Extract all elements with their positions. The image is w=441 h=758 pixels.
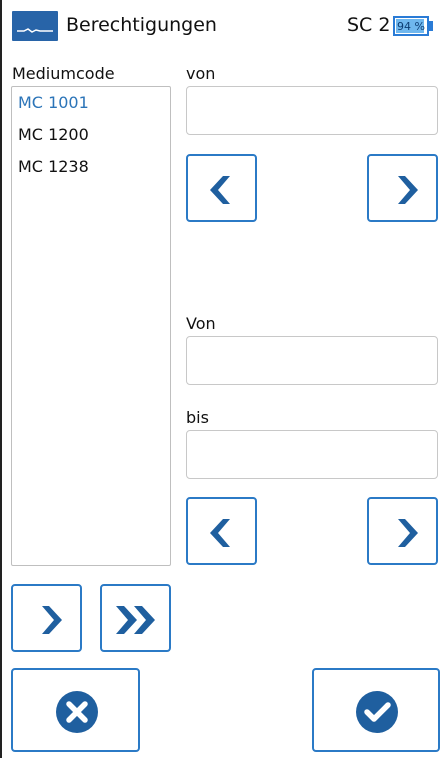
page-title: Berechtigungen [66,14,217,36]
von2-field[interactable] [186,336,438,385]
von-field[interactable] [186,86,438,135]
von2-label: Von [186,314,216,333]
header-bar: Berechtigungen SC 2 94 % [0,0,441,48]
chevron-left-icon [210,519,230,547]
list-item[interactable]: MC 1238 [18,157,89,176]
battery-text: 94 % [397,20,425,33]
list-label: Mediumcode [12,64,115,83]
station-label: SC 2 [347,14,391,36]
add-selected-button[interactable] [11,584,82,652]
confirm-button[interactable] [312,668,440,752]
chevron-right-icon [398,176,418,204]
von-prev-button[interactable] [186,154,257,222]
von-next-button[interactable] [367,154,438,222]
battery-icon: 94 % [393,16,429,36]
bis-next-button[interactable] [367,497,438,565]
bis-field[interactable] [186,430,438,479]
bis-label: bis [186,408,209,427]
battery-tip [429,21,433,31]
cancel-button[interactable] [11,668,140,752]
mediumcode-list[interactable]: MC 1001 MC 1200 MC 1238 [11,86,171,566]
app-logo-icon [12,11,58,41]
add-all-button[interactable] [100,584,171,652]
circle-x-icon [56,691,98,733]
list-item[interactable]: MC 1001 [18,93,89,112]
bis-prev-button[interactable] [186,497,257,565]
list-item[interactable]: MC 1200 [18,125,89,144]
circle-check-icon [356,691,398,733]
von-label: von [186,64,216,83]
chevron-right-icon [398,519,418,547]
double-chevron-right-icon [116,606,155,634]
chevron-right-icon [42,606,62,634]
chevron-left-icon [210,176,230,204]
